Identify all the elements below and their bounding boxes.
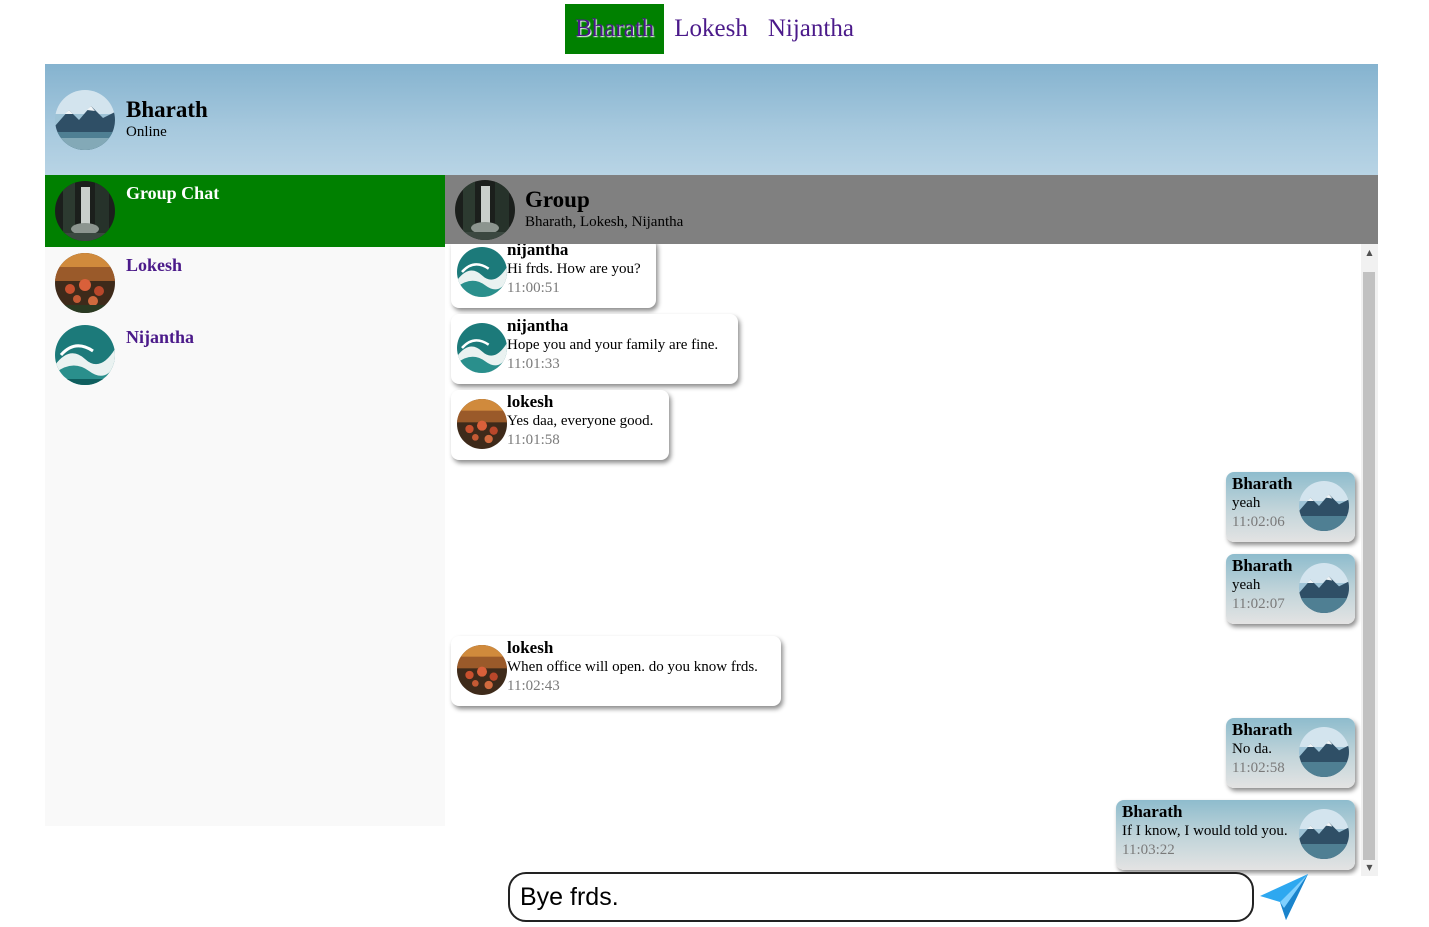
flowers-icon xyxy=(457,399,507,449)
contact-name: Lokesh xyxy=(126,255,183,275)
message-sender: Bharath xyxy=(1232,474,1293,493)
message-sender: Bharath xyxy=(1232,720,1293,739)
message-input[interactable] xyxy=(508,872,1254,922)
profile-header: Bharath Online xyxy=(45,64,1378,175)
send-button[interactable] xyxy=(1258,872,1310,922)
message-text: When office will open. do you know frds. xyxy=(507,659,758,675)
ocean-wave-icon xyxy=(457,323,507,373)
message-sender: lokesh xyxy=(507,638,554,657)
message-bubble: Bharath yeah 11:02:06 xyxy=(1226,472,1355,542)
message-time: 11:02:06 xyxy=(1232,514,1285,530)
message-sender: lokesh xyxy=(507,392,554,411)
ocean-wave-icon xyxy=(55,325,115,385)
message-text: yeah xyxy=(1232,495,1261,511)
message-text: Hi frds. How are you? xyxy=(507,261,641,277)
mountain-landscape-icon xyxy=(1299,727,1349,777)
contacts-sidebar: Group Chat Lokesh Nijantha xyxy=(45,175,445,826)
profile-status: Online xyxy=(126,124,167,140)
flowers-icon xyxy=(55,253,115,313)
message-time: 11:01:58 xyxy=(507,432,560,448)
message-time: 11:01:33 xyxy=(507,356,560,372)
message-text: No da. xyxy=(1232,741,1272,757)
contact-nijantha[interactable]: Nijantha xyxy=(45,319,445,391)
message-bubble: Bharath yeah 11:02:07 xyxy=(1226,554,1355,624)
contact-name: Nijantha xyxy=(126,327,195,347)
message-scrollbar[interactable]: ▲ ▼ xyxy=(1361,244,1378,876)
mountain-landscape-icon xyxy=(1299,809,1349,859)
chat-header: Group Bharath, Lokesh, Nijantha xyxy=(445,175,1378,244)
contact-group-chat[interactable]: Group Chat xyxy=(45,175,445,247)
message-text: yeah xyxy=(1232,577,1261,593)
message-time: 11:03:22 xyxy=(1122,842,1175,858)
message-composer xyxy=(508,872,1254,922)
chat-members: Bharath, Lokesh, Nijantha xyxy=(525,214,684,230)
message-bubble: nijantha Hi frds. How are you? 11:00:51 xyxy=(451,244,656,308)
flowers-icon xyxy=(457,645,507,695)
message-list[interactable]: nijantha Hi frds. How are you? 11:00:51 … xyxy=(445,244,1361,876)
waterfall-icon xyxy=(455,180,515,240)
message-bubble: Bharath No da. 11:02:58 xyxy=(1226,718,1355,788)
user-tab-bharath[interactable]: Bharath xyxy=(565,4,665,54)
mountain-landscape-icon xyxy=(1299,481,1349,531)
scroll-thumb[interactable] xyxy=(1363,272,1375,860)
mountain-landscape-icon xyxy=(55,90,115,150)
ocean-wave-icon xyxy=(457,247,507,297)
message-bubble: Bharath If I know, I would told you. 11:… xyxy=(1116,800,1355,870)
waterfall-icon xyxy=(55,181,115,241)
message-time: 11:02:07 xyxy=(1232,596,1285,612)
message-sender: nijantha xyxy=(507,316,569,335)
user-tab-lokesh[interactable]: Lokesh xyxy=(664,4,758,54)
contact-name: Group Chat xyxy=(126,183,220,203)
user-switcher: Bharath Lokesh Nijantha xyxy=(0,4,1429,54)
message-sender: Bharath xyxy=(1232,556,1293,575)
scroll-up-icon[interactable]: ▲ xyxy=(1361,244,1378,261)
contact-lokesh[interactable]: Lokesh xyxy=(45,247,445,319)
message-sender: Bharath xyxy=(1122,802,1183,821)
message-text: If I know, I would told you. xyxy=(1122,823,1288,839)
message-text: Hope you and your family are fine. xyxy=(507,337,719,353)
message-text: Yes daa, everyone good. xyxy=(507,413,654,429)
user-tab-nijantha[interactable]: Nijantha xyxy=(758,4,864,54)
profile-name: Bharath xyxy=(126,97,208,122)
paper-plane-icon xyxy=(1258,874,1310,926)
message-time: 11:00:51 xyxy=(507,280,560,296)
message-bubble: lokesh When office will open. do you kno… xyxy=(451,636,781,706)
message-sender: nijantha xyxy=(507,244,569,259)
message-time: 11:02:58 xyxy=(1232,760,1285,776)
scroll-down-icon[interactable]: ▼ xyxy=(1361,859,1378,876)
message-bubble: lokesh Yes daa, everyone good. 11:01:58 xyxy=(451,390,669,460)
chat-title: Group xyxy=(525,187,590,212)
message-bubble: nijantha Hope you and your family are fi… xyxy=(451,314,738,384)
message-time: 11:02:43 xyxy=(507,678,560,694)
mountain-landscape-icon xyxy=(1299,563,1349,613)
